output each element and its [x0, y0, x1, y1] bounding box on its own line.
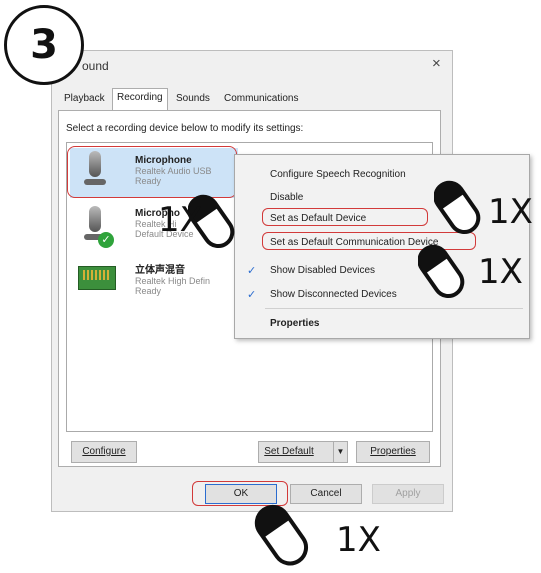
- set-default-button[interactable]: Set Default: [258, 441, 334, 463]
- check-icon: ✓: [247, 289, 257, 301]
- tab-sounds[interactable]: Sounds: [172, 90, 214, 108]
- check-badge-icon: ✓: [98, 232, 114, 248]
- chevron-down-icon[interactable]: ▼: [334, 441, 348, 463]
- menu-item-disable[interactable]: Disable: [270, 192, 303, 203]
- menu-item-configure-speech[interactable]: Configure Speech Recognition: [270, 169, 406, 180]
- click-count-label: 1X: [488, 192, 533, 232]
- configure-button[interactable]: Configure: [71, 441, 137, 463]
- set-default-highlight: [262, 208, 428, 226]
- properties-button[interactable]: Properties: [356, 441, 430, 463]
- device-name: 立体声混音: [135, 265, 185, 276]
- menu-item-show-disconnected[interactable]: Show Disconnected Devices: [270, 289, 397, 300]
- mouse-icon: [254, 504, 309, 566]
- instruction-text: Select a recording device below to modif…: [66, 123, 304, 134]
- menu-item-show-disabled[interactable]: Show Disabled Devices: [270, 265, 375, 276]
- device-driver: Realtek High Defin: [135, 276, 211, 286]
- menu-separator: [265, 308, 523, 309]
- mouse-icon: [434, 180, 481, 235]
- sound-card-icon: [78, 266, 116, 290]
- click-count-label: 1X: [158, 200, 203, 240]
- click-count-label: 1X: [336, 520, 381, 560]
- tab-communications[interactable]: Communications: [220, 90, 302, 108]
- device-status: Ready: [135, 286, 162, 296]
- check-icon: ✓: [247, 265, 257, 277]
- tab-playback[interactable]: Playback: [60, 90, 109, 108]
- click-count-label: 1X: [478, 252, 523, 292]
- step-number-badge: 3: [4, 5, 84, 85]
- tab-recording[interactable]: Recording: [112, 88, 168, 110]
- list-item[interactable]: 立体声混音 Realtek High Defin Ready: [135, 261, 210, 296]
- close-icon[interactable]: ×: [432, 55, 441, 72]
- mouse-icon: [418, 244, 465, 299]
- menu-item-properties[interactable]: Properties: [270, 318, 319, 329]
- window-title: ound: [82, 59, 109, 73]
- apply-button[interactable]: Apply: [372, 484, 444, 504]
